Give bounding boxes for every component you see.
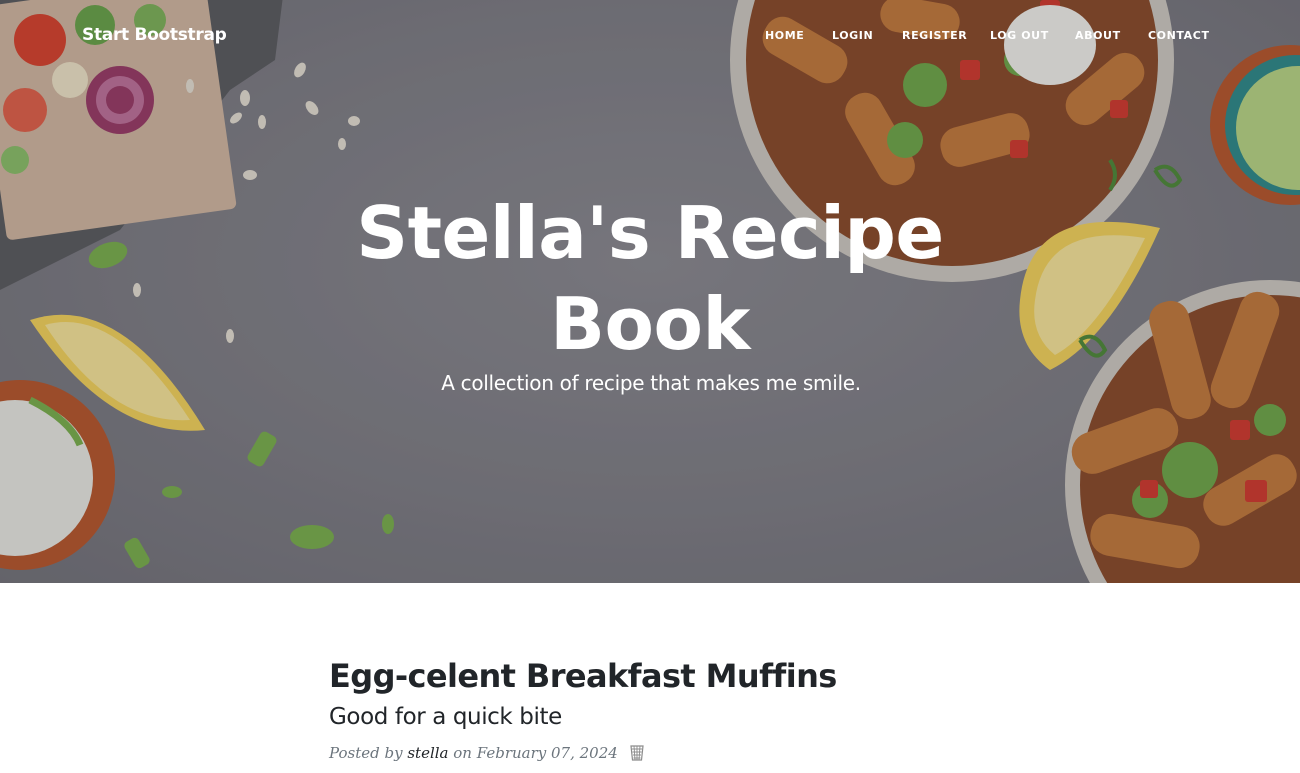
post-meta: Posted by stella on February 07, 2024 [329,742,969,767]
nav-logout[interactable]: LOG OUT [990,29,1049,42]
page-title: Stella's Recipe Book [356,191,944,366]
nav-register[interactable]: REGISTER [902,29,967,42]
page-subheading: A collection of recipe that makes me smi… [441,371,861,395]
post-date: February 07, 2024 [476,744,618,762]
main-nav: HOME LOGIN REGISTER LOG OUT ABOUT CONTAC… [0,29,1300,45]
nav-home[interactable]: HOME [765,29,804,42]
nav-about[interactable]: ABOUT [1075,29,1121,42]
post-meta-prefix: Posted by [329,744,403,762]
nav-contact[interactable]: CONTACT [1148,29,1210,42]
post-preview: Egg-celent Breakfast Muffins Good for a … [329,654,969,767]
nav-login[interactable]: LOGIN [832,29,873,42]
post-subtitle: Good for a quick bite [329,704,562,730]
post-author-link[interactable]: stella [407,744,448,762]
post-meta-on: on [453,744,472,762]
trash-icon[interactable] [629,744,645,767]
post-title-link[interactable]: Egg-celent Breakfast Muffins [329,654,969,698]
page-header-hero: Start Bootstrap HOME LOGIN REGISTER LOG … [0,0,1300,583]
